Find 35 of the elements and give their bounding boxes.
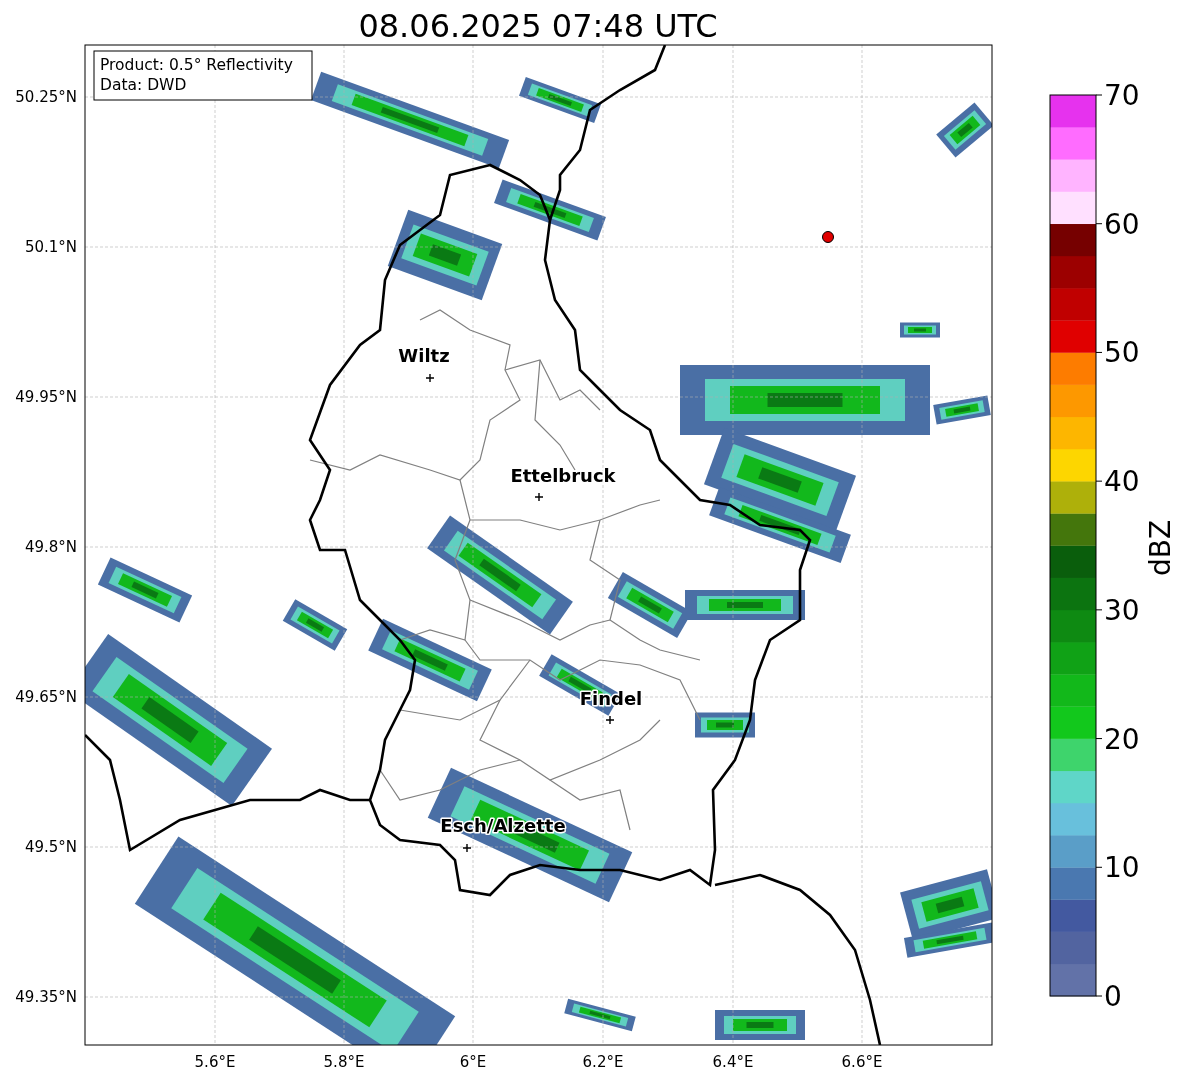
- axis-tick-label: 6.4°E: [712, 1053, 754, 1071]
- axis-tick-label: 49.35°N: [15, 988, 77, 1006]
- axis-tick-label: 49.65°N: [15, 688, 77, 706]
- colorbar-tick-label: 0: [1104, 980, 1122, 1013]
- chart-title: 08.06.2025 07:48 UTC: [358, 7, 718, 45]
- colorbar-tick-label: 10: [1104, 851, 1140, 885]
- city-marker-icon: [605, 715, 615, 725]
- axis-tick-label: 6.6°E: [841, 1053, 883, 1071]
- colorbar-tick-label: 40: [1104, 465, 1140, 499]
- city-marker-icon: [534, 492, 544, 502]
- city-label: Ettelbruck: [510, 465, 616, 486]
- colorbar-tick-label: 60: [1104, 207, 1140, 241]
- axis-tick-label: 6°E: [459, 1053, 487, 1071]
- city-label: Wiltz: [398, 345, 450, 366]
- axis-tick-label: 49.95°N: [15, 388, 77, 406]
- axis-tick-label: 49.5°N: [24, 838, 77, 856]
- axis-tick-label: 6.2°E: [582, 1053, 624, 1071]
- radar-echo: [900, 322, 940, 338]
- location-marker: [822, 231, 834, 243]
- colorbar-tick-label: 50: [1104, 336, 1140, 370]
- axis-tick-label: 50.1°N: [24, 238, 77, 256]
- axis-tick-label: 5.6°E: [194, 1053, 236, 1071]
- axis-tick-label: 49.8°N: [24, 538, 77, 556]
- radar-echo: [933, 395, 991, 425]
- axis-tick-label: 50.25°N: [15, 88, 77, 106]
- legend-text: Data: DWD: [100, 76, 187, 94]
- colorbar-tick-label: 70: [1104, 79, 1140, 112]
- colorbar-tick-label: 30: [1104, 593, 1140, 627]
- colorbar-tick-label: 20: [1104, 722, 1140, 756]
- city-marker-icon: [462, 843, 472, 853]
- axis-tick-label: 5.8°E: [323, 1053, 365, 1071]
- legend-text: Product: 0.5° Reflectivity: [100, 56, 293, 74]
- radar-echo: [695, 712, 755, 738]
- colorbar-label: dBZ: [1144, 519, 1177, 577]
- city-marker-icon: [425, 373, 435, 383]
